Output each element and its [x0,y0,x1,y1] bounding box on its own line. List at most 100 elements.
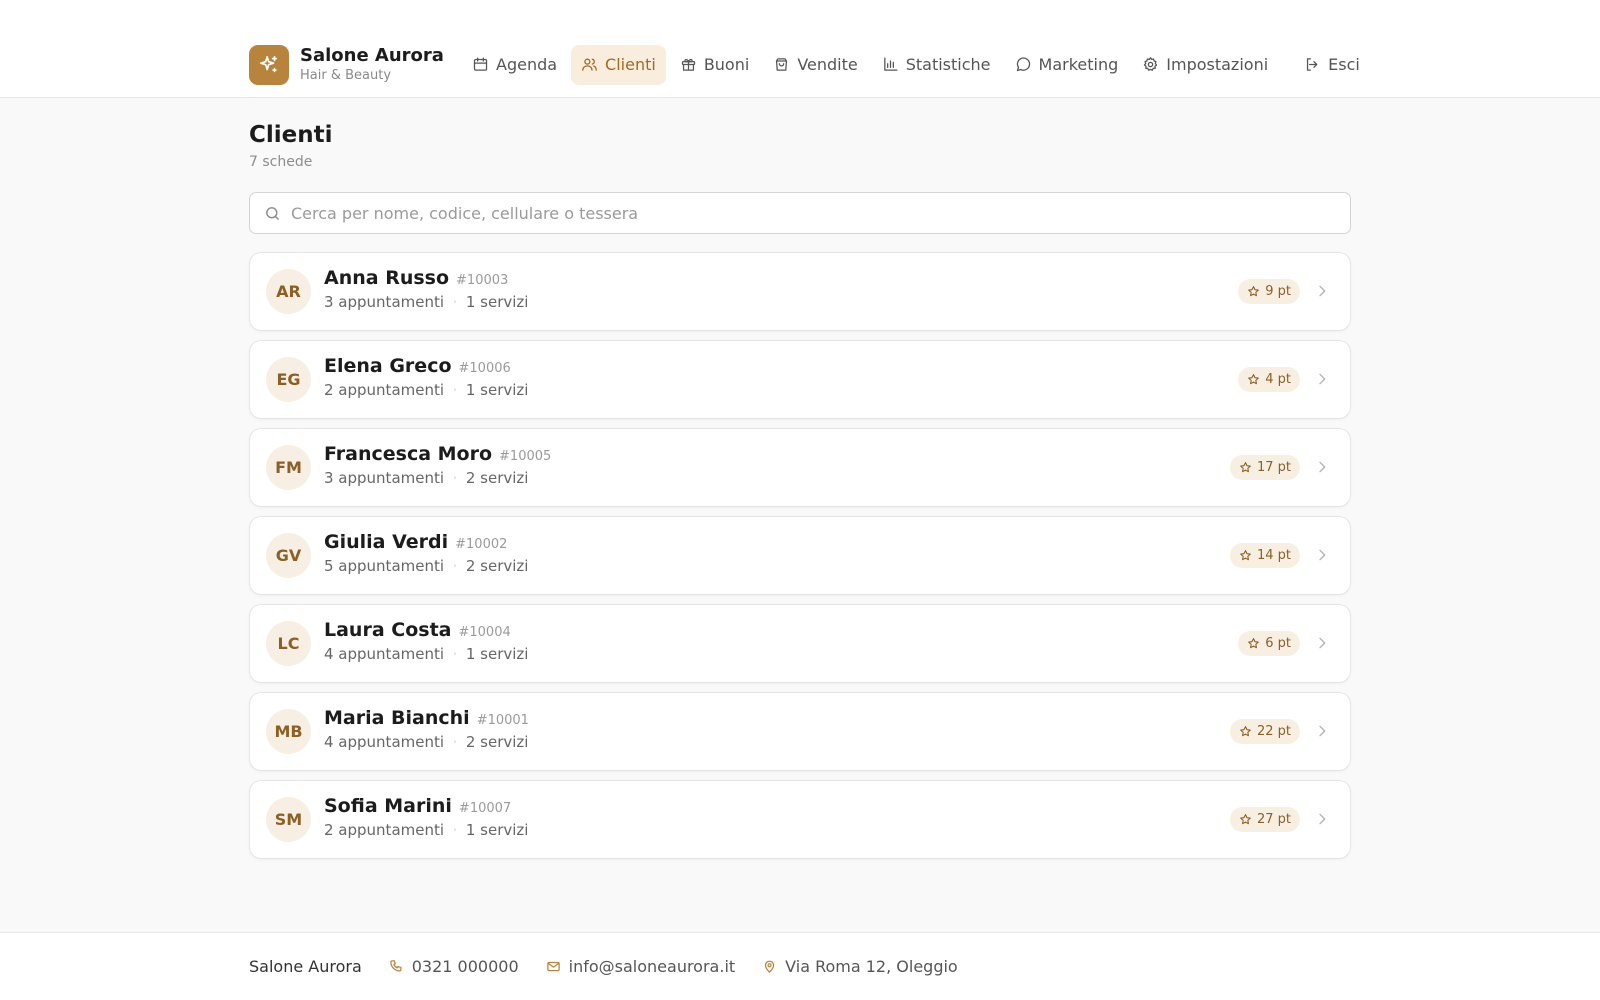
appointments-count: 4 appuntamenti [324,645,445,663]
services-count: 2 servizi [465,469,529,487]
logout-icon [1307,58,1318,71]
client-card[interactable]: FM Francesca Moro #10005 3 appuntamenti … [249,428,1351,507]
services-count: 1 servizi [465,821,529,839]
points-badge: 17 pt [1229,455,1300,480]
client-name: Laura Costa [324,619,452,641]
nav-item-agenda[interactable]: Agenda [462,45,567,85]
star-icon [1248,374,1260,385]
nav-item-buoni[interactable]: Buoni [670,45,760,85]
separator-dot: · [453,471,457,485]
client-card[interactable]: AR Anna Russo #10003 3 appuntamenti · 1 … [249,252,1351,331]
points-value: 14 pt [1256,548,1291,563]
star-icon [1240,814,1251,825]
sparkles-logo-icon [249,44,289,85]
client-code: #10004 [458,625,511,640]
client-code: #10006 [458,361,511,376]
nav-item-label: Statistiche [905,55,991,74]
mail-icon [546,961,560,972]
chevron-right-icon [1314,723,1330,739]
separator-dot: · [453,823,457,837]
client-card[interactable]: EG Elena Greco #10006 2 appuntamenti · 1… [249,340,1351,419]
avatar: EG [266,357,311,402]
star-icon [1240,550,1251,561]
appointments-count: 2 appuntamenti [324,381,445,399]
search-input[interactable] [291,203,1331,223]
nav-item-marketing[interactable]: Marketing [1005,45,1129,85]
nav-item-label: Buoni [703,55,750,74]
shopping-bag-icon [776,58,788,71]
avatar: SM [266,797,311,842]
nav-item-label: Impostazioni [1166,55,1269,74]
page-title: Clienti [249,122,333,148]
client-code: #10002 [455,537,508,552]
nav-item-label: Agenda [496,55,558,74]
points-badge: 9 pt [1238,279,1300,304]
chevron-right-icon [1314,811,1330,827]
nav-item-vendite[interactable]: Vendite [763,45,867,85]
client-card[interactable]: LC Laura Costa #10004 4 appuntamenti · 1… [249,604,1351,683]
points-badge: 14 pt [1229,543,1300,568]
separator-dot: · [453,295,457,309]
users-icon [582,58,597,71]
points-value: 6 pt [1265,636,1291,651]
nav-item-clienti[interactable]: Clienti [571,44,666,85]
client-count: 7 schede [249,154,313,170]
points-value: 9 pt [1265,284,1291,299]
points-badge: 6 pt [1238,631,1300,656]
gift-icon [681,58,695,71]
client-card[interactable]: MB Maria Bianchi #10001 4 appuntamenti ·… [249,692,1351,771]
logout-button[interactable]: Esci [1294,45,1370,85]
avatar: MB [266,709,311,754]
appointments-count: 5 appuntamenti [324,557,445,575]
brand[interactable]: Salone Aurora Hair & Beauty [249,44,444,85]
points-badge: 4 pt [1238,367,1300,392]
separator-dot: · [453,647,457,661]
client-list: AR Anna Russo #10003 3 appuntamenti · 1 … [249,252,1351,868]
chevron-right-icon [1314,283,1330,299]
separator-dot: · [453,559,457,573]
footer-address-link[interactable]: Via Roma 12, Oleggio [762,957,958,976]
calendar-icon [473,57,488,71]
client-code: #10003 [456,273,509,288]
nav-item-statistiche[interactable]: Statistiche [872,45,1001,85]
client-code: #10001 [476,713,529,728]
points-value: 4 pt [1265,372,1291,387]
footer: Salone Aurora 0321 000000 info@saloneaur… [0,932,1600,1000]
nav-item-impostazioni[interactable]: Impostazioni [1132,45,1278,85]
services-count: 2 servizi [465,733,529,751]
star-icon [1240,726,1251,737]
appointments-count: 2 appuntamenti [324,821,445,839]
nav-item-label: Clienti [605,55,656,74]
phone-icon [390,960,402,972]
star-icon [1240,462,1251,473]
message-circle-icon [1016,57,1030,72]
client-card[interactable]: GV Giulia Verdi #10002 5 appuntamenti · … [249,516,1351,595]
nav-item-label: Vendite [797,55,858,74]
chevron-right-icon [1314,547,1330,563]
brand-name: Salone Aurora [300,45,444,66]
client-code: #10007 [458,801,512,816]
separator-dot: · [453,383,457,397]
points-value: 17 pt [1256,460,1291,475]
footer-email-link[interactable]: info@saloneaurora.it [546,957,736,976]
chevron-right-icon [1314,635,1330,651]
points-value: 27 pt [1256,812,1291,827]
map-pin-icon [764,960,775,973]
appointments-count: 3 appuntamenti [324,469,445,487]
client-name: Francesca Moro [324,443,493,465]
services-count: 1 servizi [465,381,529,399]
top-navigation-bar: Salone Aurora Hair & Beauty Agenda Clien… [0,0,1600,98]
appointments-count: 3 appuntamenti [324,293,445,311]
client-card[interactable]: SM Sofia Marini #10007 2 appuntamenti · … [249,780,1351,859]
star-icon [1248,286,1260,297]
search-icon [266,206,279,220]
points-value: 22 pt [1256,724,1291,739]
footer-email: info@saloneaurora.it [568,957,736,976]
appointments-count: 4 appuntamenti [324,733,445,751]
client-code: #10005 [499,449,552,464]
gear-icon [1144,57,1158,71]
logout-label: Esci [1328,55,1360,74]
separator-dot: · [453,735,457,749]
services-count: 2 servizi [465,557,529,575]
footer-phone-link[interactable]: 0321 000000 [389,957,519,976]
